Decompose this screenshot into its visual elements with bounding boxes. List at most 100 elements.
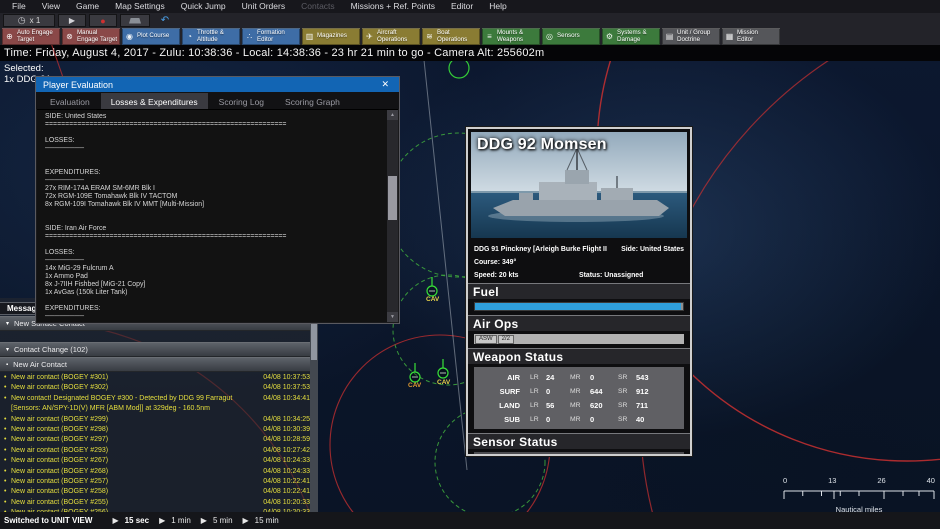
- tab-scoring-log[interactable]: Scoring Log: [209, 93, 274, 109]
- dialog-scrollbar[interactable]: ▲ ▼: [387, 110, 398, 322]
- log-entry[interactable]: • New air contact (BOGEY #293) 04/08 10:27…: [4, 446, 310, 456]
- log-entry[interactable]: • New air contact (BOGEY #255) 04/08 10:20…: [4, 498, 310, 508]
- log-entry[interactable]: • New air contact (BOGEY #258) 04/08 10:22…: [4, 487, 310, 497]
- log-entry-time: 04/08 10:34:41: [263, 394, 310, 402]
- toolbar-button-mission-editor[interactable]: ▦ Mission Editor: [722, 28, 780, 45]
- log-entry[interactable]: • New air contact (BOGEY #267) 04/08 10:24…: [4, 456, 310, 466]
- toolbar-button-systems-damage[interactable]: ⚙ Systems & Damage: [602, 28, 660, 45]
- log-entry-time: 04/08 10:27:42: [263, 446, 310, 454]
- play-arrow-icon: ▶: [159, 516, 166, 525]
- bullet-icon: •: [4, 384, 7, 392]
- doctrine-icon: ▤: [665, 32, 674, 41]
- tab-losses-expenditures[interactable]: Losses & Expenditures: [100, 93, 208, 109]
- toolbar-button-auto-engage-target[interactable]: ⊕ Auto Engage Target: [2, 28, 60, 45]
- log-entry[interactable]: • New air contact (BOGEY #301) 04/08 10:37…: [4, 373, 310, 383]
- speed-option-15-min[interactable]: 15 min: [255, 516, 279, 525]
- log-group-contact-change-102[interactable]: ▾ Contact Change (102): [0, 342, 310, 357]
- scale-tick-label: 0: [783, 476, 788, 485]
- menu-item-missions-ref-points[interactable]: Missions + Ref. Points: [343, 0, 443, 13]
- menu-item-unit-orders[interactable]: Unit Orders: [234, 0, 293, 13]
- selected-label: Selected:: [4, 63, 44, 74]
- log-entry[interactable]: • New air contact (BOGEY #298) 04/08 10:30…: [4, 425, 310, 435]
- weapon-value-sr: 40: [636, 414, 645, 424]
- weapon-value-sr: 912: [636, 386, 649, 396]
- bullet-icon: •: [4, 394, 7, 402]
- toolbar-button-unit-group-doctrine[interactable]: ▤ Unit / Group Doctrine: [662, 28, 720, 45]
- weapon-row-air: AIR LR 24 MR 0 SR 543: [480, 370, 678, 384]
- weapon-value-lr: 0: [546, 386, 551, 396]
- speed-option-5-min[interactable]: 5 min: [213, 516, 233, 525]
- weapon-status-table: AIR LR 24 MR 0 SR 543 SURF LR 0 MR 644 SR 912 LAND LR 56…: [474, 367, 684, 429]
- menu-item-game[interactable]: Game: [68, 0, 107, 13]
- bullet-icon: •: [4, 488, 7, 496]
- undo-button[interactable]: ↶: [153, 14, 177, 27]
- map-scale-bar: 0 13 26 40 Nautical miles: [783, 476, 935, 514]
- menu-item-help[interactable]: Help: [481, 0, 514, 13]
- tab-scoring-graph[interactable]: Scoring Graph: [275, 93, 350, 109]
- menu-item-editor[interactable]: Editor: [443, 0, 481, 13]
- message-log-scrollbar[interactable]: [310, 311, 318, 512]
- scale-tick-labels: 0 13 26 40: [783, 476, 935, 486]
- toolbar-button-boat-operations[interactable]: ≋ Boat Operations: [422, 28, 480, 45]
- unit-title: DDG 92 Momsen: [477, 136, 607, 153]
- menu-item-contacts[interactable]: Contacts: [293, 0, 343, 13]
- toolbar-button-aircraft-operations[interactable]: ✈ Aircraft Operations: [362, 28, 420, 45]
- weapon-category: AIR: [507, 372, 520, 382]
- log-entry[interactable]: • New air contact (BOGEY #297) 04/08 10:28…: [4, 435, 310, 445]
- toolbar-button-mounts-weapons[interactable]: ≡ Mounts & Weapons: [482, 28, 540, 45]
- evaluation-text: SIDE: United States ====================…: [45, 113, 287, 320]
- scale-tick-label: 13: [828, 476, 837, 485]
- speed-label: x 1: [29, 16, 41, 25]
- toolbar-button-label: Mission Editor: [737, 28, 758, 43]
- time-compression-control[interactable]: ◷ x 1: [3, 14, 55, 27]
- record-button[interactable]: ●: [89, 14, 117, 27]
- unit-info: DDG 91 Pinckney [Arleigh Burke Flight II…: [468, 241, 690, 283]
- weapon-value-lr: 56: [546, 400, 555, 410]
- menu-item-quick-jump[interactable]: Quick Jump: [173, 0, 234, 13]
- toolbar-button-throttle-altitude[interactable]: ◔ Throttle & Altitude: [182, 28, 240, 45]
- scrollbar-thumb[interactable]: [388, 176, 397, 220]
- bullet-icon: •: [4, 426, 7, 434]
- unit-symbol[interactable]: [409, 363, 421, 383]
- toolbar-button-magazines[interactable]: ▥ Magazines: [302, 28, 360, 45]
- toolbar-button-plot-course[interactable]: ◉ Plot Course: [122, 28, 180, 45]
- toolbar-button-sensors[interactable]: ◎ Sensors: [542, 28, 600, 45]
- toolbar-button-label: Aircraft Operations: [377, 28, 408, 43]
- unit-symbol[interactable]: [437, 359, 449, 379]
- log-entry[interactable]: • New air contact (BOGEY #257) 04/08 10:22…: [4, 477, 310, 487]
- weapon-col-label-lr: LR: [530, 387, 539, 395]
- log-entry[interactable]: • New air contact (BOGEY #302) 04/08 10:37…: [4, 383, 310, 393]
- menu-item-view[interactable]: View: [34, 0, 68, 13]
- play-arrow-icon: ▶: [112, 516, 119, 525]
- menu-item-file[interactable]: File: [4, 0, 34, 13]
- speed-option-15-sec[interactable]: 15 sec: [125, 516, 149, 525]
- sensor-toggle-oecm[interactable]: OECM: [635, 455, 655, 457]
- toolbar-button-label: Formation Editor: [257, 28, 285, 43]
- scroll-up-icon[interactable]: ▲: [387, 110, 398, 120]
- scroll-down-icon[interactable]: ▼: [387, 312, 398, 322]
- bullet-icon: •: [4, 467, 7, 475]
- toolbar-button-manual-engage-target[interactable]: ⊗ Manual Engage Target: [62, 28, 120, 45]
- air-ops-bar[interactable]: ASW 2/2: [474, 334, 684, 344]
- toolbar-button-formation-editor[interactable]: ∴ Formation Editor: [242, 28, 300, 45]
- log-entry[interactable]: • New contact! Designated BOGEY #300 - De…: [4, 394, 310, 415]
- course-readout: Course: 349°: [474, 259, 517, 266]
- menu-item-map-settings[interactable]: Map Settings: [107, 0, 173, 13]
- sensor-toggle-sonar[interactable]: SONAR: [569, 455, 594, 457]
- close-icon[interactable]: ✕: [378, 79, 392, 90]
- air-ops-header: Air Ops: [468, 315, 690, 331]
- unit-symbol[interactable]: [426, 277, 438, 297]
- ship-view-button[interactable]: [120, 14, 150, 27]
- sensor-toggle-radar[interactable]: RADAR: [503, 455, 528, 457]
- log-entry[interactable]: • New air contact (BOGEY #299) 04/08 10:34…: [4, 415, 310, 425]
- log-group-new-air-contact[interactable]: ▪ New Air Contact: [0, 357, 310, 372]
- log-entry[interactable]: • New air contact (BOGEY #268) 04/08 10:24…: [4, 467, 310, 477]
- speed-option-1-min[interactable]: 1 min: [171, 516, 191, 525]
- play-button[interactable]: ▶: [58, 14, 86, 27]
- weapon-value-sr: 711: [636, 400, 649, 410]
- player-evaluation-dialog: Player Evaluation ✕ Evaluation Losses & E…: [35, 76, 400, 324]
- tab-evaluation[interactable]: Evaluation: [40, 93, 100, 109]
- log-entry-text: New air contact (BOGEY #297): [11, 436, 109, 444]
- fuel-header: Fuel: [468, 283, 690, 299]
- dialog-titlebar[interactable]: Player Evaluation ✕: [36, 77, 399, 92]
